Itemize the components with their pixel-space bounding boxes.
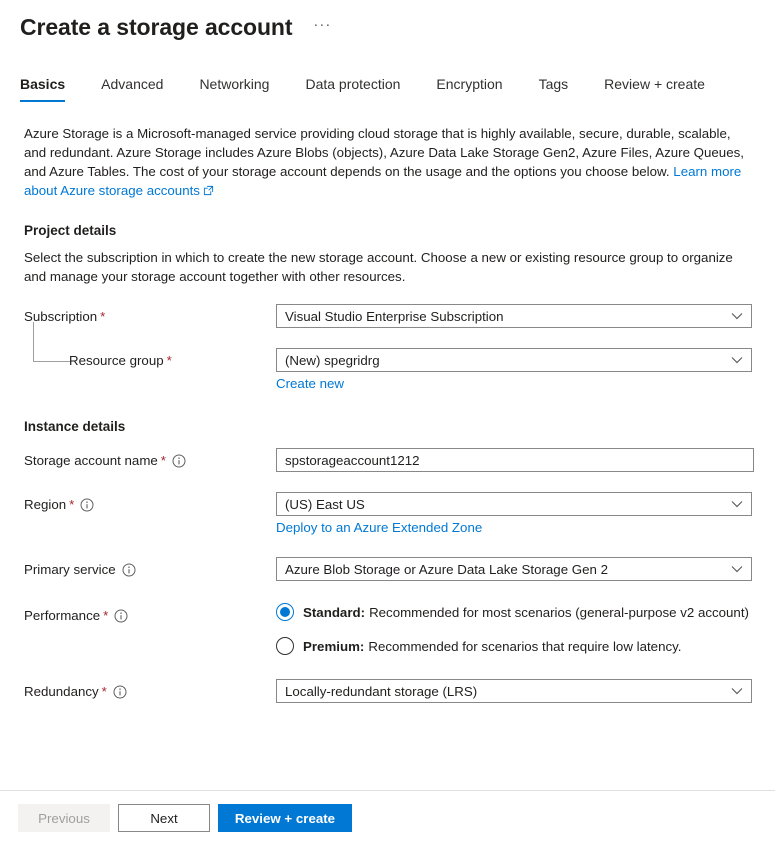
tab-bar: Basics Advanced Networking Data protecti… <box>0 66 775 102</box>
info-icon[interactable] <box>80 498 94 512</box>
primary-service-label: Primary service <box>24 562 116 577</box>
tab-tags[interactable]: Tags <box>539 75 569 102</box>
subscription-field-col: Visual Studio Enterprise Subscription <box>276 304 755 328</box>
resource-group-select[interactable]: (New) spegridrg <box>276 348 752 372</box>
page-content: Azure Storage is a Microsoft-managed ser… <box>0 124 775 703</box>
performance-premium-description: Recommended for scenarios that require l… <box>368 638 682 654</box>
redundancy-row: Redundancy * Locally-redundant storage (… <box>24 679 755 703</box>
performance-premium-name: Premium: <box>303 638 365 654</box>
review-create-button[interactable]: Review + create <box>218 804 352 832</box>
redundancy-label-group: Redundancy * <box>24 679 276 703</box>
redundancy-value: Locally-redundant storage (LRS) <box>285 683 478 699</box>
chevron-down-icon <box>731 312 743 320</box>
performance-option-premium[interactable]: Premium: Recommended for scenarios that … <box>276 637 755 655</box>
performance-options: Standard: Recommended for most scenarios… <box>276 603 755 655</box>
instance-details-form: Storage account name * spstorageaccount1… <box>24 448 755 703</box>
redundancy-field-col: Locally-redundant storage (LRS) <box>276 679 755 703</box>
project-details-heading: Project details <box>24 223 117 238</box>
info-icon[interactable] <box>172 454 186 468</box>
region-row: Region * (US) East US Deploy to an Azure… <box>24 492 755 537</box>
tab-review-create[interactable]: Review + create <box>604 75 705 102</box>
intro-text: Azure Storage is a Microsoft-managed ser… <box>24 126 744 179</box>
subscription-label-group: Subscription * <box>24 304 276 328</box>
performance-standard-description: Recommended for most scenarios (general-… <box>369 604 749 620</box>
page-header: Create a storage account ··· <box>0 0 775 44</box>
redundancy-select[interactable]: Locally-redundant storage (LRS) <box>276 679 752 703</box>
region-label: Region <box>24 497 67 512</box>
region-label-group: Region * <box>24 492 276 516</box>
region-required-asterisk: * <box>69 497 75 512</box>
chevron-down-icon <box>731 565 743 573</box>
resource-group-label: Resource group <box>69 353 164 368</box>
resource-group-label-group: Resource group * <box>24 348 276 372</box>
resource-group-row: Resource group * (New) spegridrg Create … <box>24 348 755 393</box>
redundancy-required-asterisk: * <box>101 684 107 699</box>
radio-premium[interactable] <box>276 637 294 655</box>
region-value: (US) East US <box>285 496 365 512</box>
chevron-down-icon <box>731 356 743 364</box>
storage-account-name-label: Storage account name <box>24 453 158 468</box>
resource-group-field-col: (New) spegridrg Create new <box>276 348 755 393</box>
page-title: Create a storage account <box>20 14 293 40</box>
subscription-value: Visual Studio Enterprise Subscription <box>285 308 504 324</box>
info-icon[interactable] <box>114 609 128 623</box>
radio-standard[interactable] <box>276 603 294 621</box>
chevron-down-icon <box>731 500 743 508</box>
previous-button[interactable]: Previous <box>18 804 110 832</box>
primary-service-value: Azure Blob Storage or Azure Data Lake St… <box>285 561 609 577</box>
subscription-required-asterisk: * <box>100 309 106 324</box>
performance-label-group: Performance * <box>24 603 276 627</box>
primary-service-row: Primary service Azure Blob Storage or Az… <box>24 557 755 581</box>
storage-account-name-field-col: spstorageaccount1212 <box>276 448 755 472</box>
more-options-icon[interactable]: ··· <box>309 17 335 32</box>
performance-label: Performance <box>24 608 101 623</box>
create-new-resource-group-link[interactable]: Create new <box>276 376 344 391</box>
external-link-icon <box>203 182 214 201</box>
region-field-col: (US) East US Deploy to an Azure Extended… <box>276 492 755 537</box>
tab-data-protection[interactable]: Data protection <box>305 75 400 102</box>
performance-row: Performance * Standard: Recommended for … <box>24 603 755 655</box>
primary-service-field-col: Azure Blob Storage or Azure Data Lake St… <box>276 557 755 581</box>
subscription-label: Subscription <box>24 309 98 324</box>
primary-service-label-group: Primary service <box>24 557 276 581</box>
storage-account-name-row: Storage account name * spstorageaccount1… <box>24 448 755 472</box>
deploy-extended-zone-link[interactable]: Deploy to an Azure Extended Zone <box>276 520 482 535</box>
storage-account-name-label-group: Storage account name * <box>24 448 276 472</box>
performance-required-asterisk: * <box>103 608 109 623</box>
next-button[interactable]: Next <box>118 804 210 832</box>
storage-account-name-value: spstorageaccount1212 <box>285 452 420 468</box>
subscription-select[interactable]: Visual Studio Enterprise Subscription <box>276 304 752 328</box>
primary-service-select[interactable]: Azure Blob Storage or Azure Data Lake St… <box>276 557 752 581</box>
resource-group-value: (New) spegridrg <box>285 352 380 368</box>
performance-standard-name: Standard: <box>303 604 366 620</box>
performance-option-standard[interactable]: Standard: Recommended for most scenarios… <box>276 603 755 621</box>
tab-encryption[interactable]: Encryption <box>436 75 502 102</box>
resource-group-required-asterisk: * <box>166 353 172 368</box>
chevron-down-icon <box>731 687 743 695</box>
redundancy-label: Redundancy <box>24 684 99 699</box>
tab-basics[interactable]: Basics <box>20 75 66 102</box>
intro-paragraph: Azure Storage is a Microsoft-managed ser… <box>24 124 755 201</box>
tab-networking[interactable]: Networking <box>199 75 269 102</box>
region-select[interactable]: (US) East US <box>276 492 752 516</box>
info-icon[interactable] <box>113 685 127 699</box>
project-details-description: Select the subscription in which to crea… <box>24 250 733 284</box>
tab-advanced[interactable]: Advanced <box>101 75 163 102</box>
instance-details-heading: Instance details <box>24 419 126 434</box>
storage-account-name-input[interactable]: spstorageaccount1212 <box>276 448 754 472</box>
subscription-row: Subscription * Visual Studio Enterprise … <box>24 304 755 328</box>
create-storage-account-page: Create a storage account ··· Basics Adva… <box>0 0 775 845</box>
storage-account-name-required-asterisk: * <box>160 453 166 468</box>
footer-action-bar: Previous Next Review + create <box>0 791 775 845</box>
project-details-form: Subscription * Visual Studio Enterprise … <box>24 304 755 393</box>
info-icon[interactable] <box>122 563 136 577</box>
